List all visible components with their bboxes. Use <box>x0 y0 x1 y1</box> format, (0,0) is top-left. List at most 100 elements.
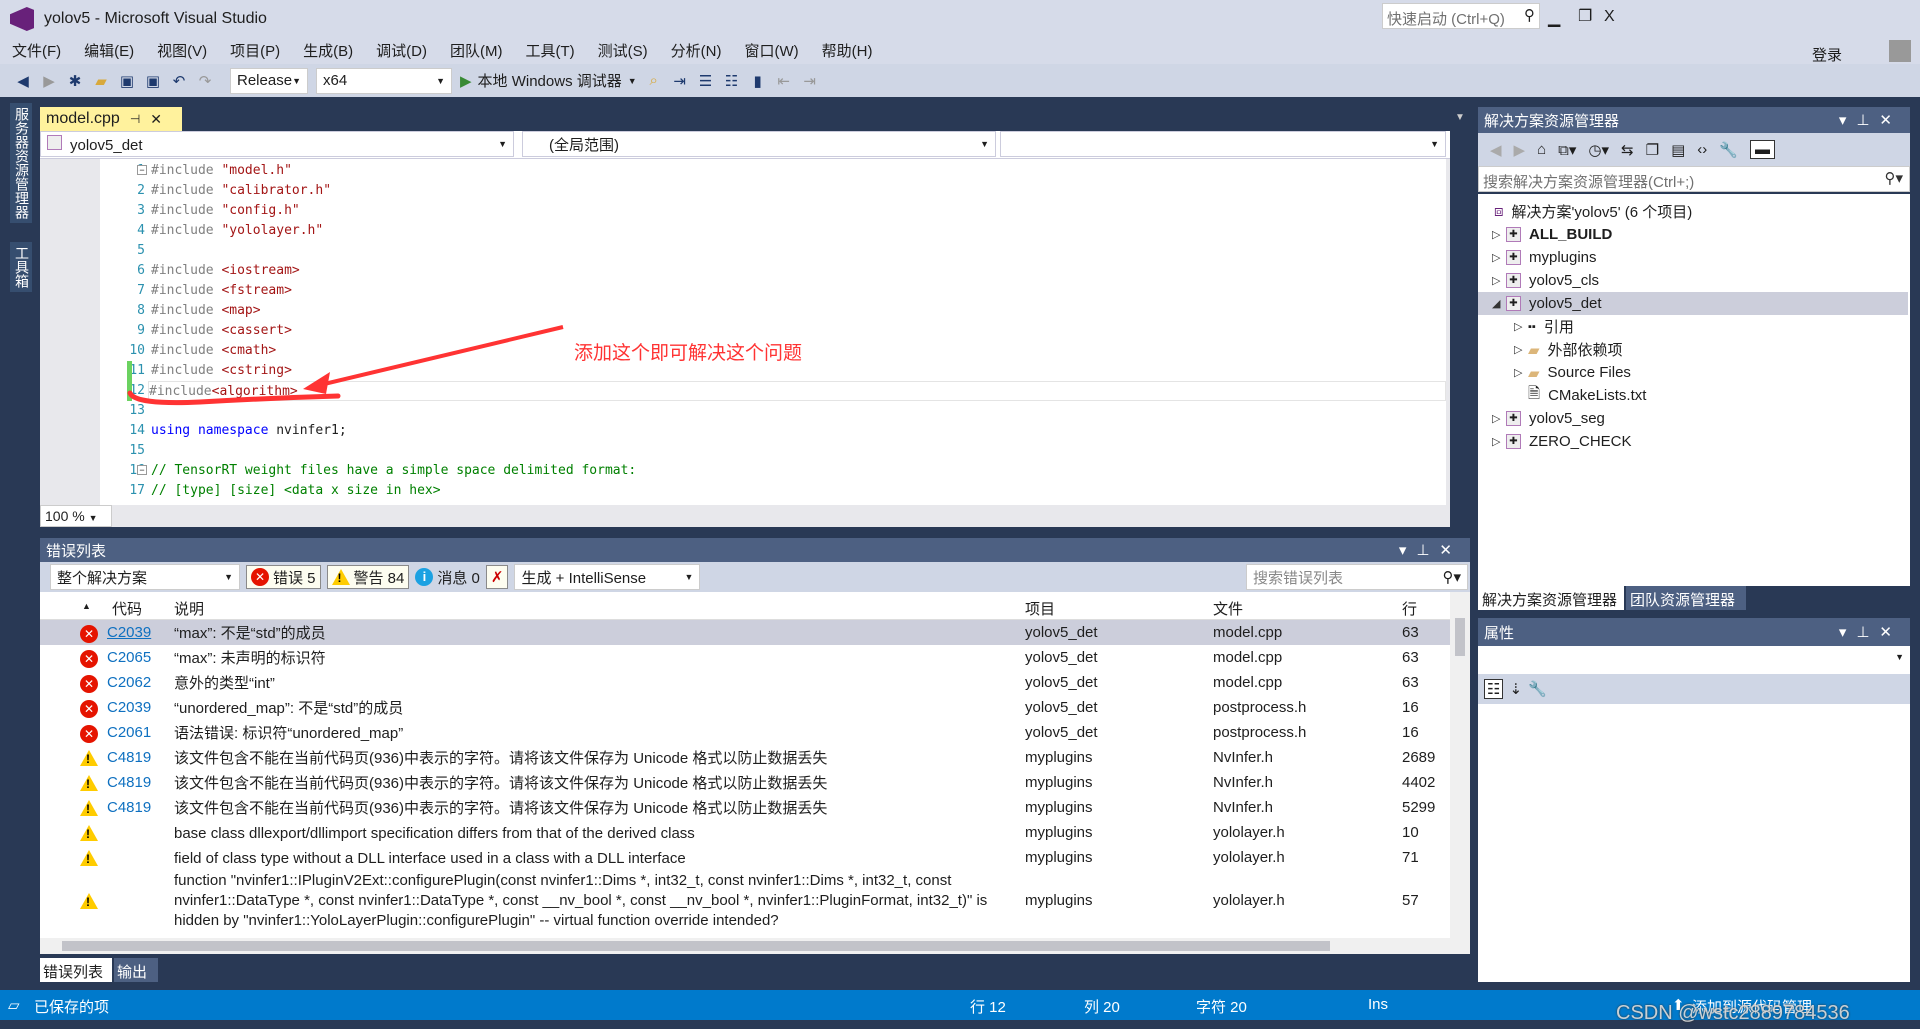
property-pages-icon[interactable]: 🔧 <box>1528 680 1547 698</box>
home-icon[interactable]: ⌂ <box>1537 141 1546 158</box>
expand-toggle-icon[interactable]: ▷ <box>1492 251 1506 264</box>
pending-changes-icon[interactable]: ◷▾ <box>1588 141 1609 159</box>
table-row[interactable]: ✕ C2039 “max”: 不是“std”的成员 yolov5_det mod… <box>40 620 1450 645</box>
forward-icon[interactable]: ▶ <box>1514 141 1526 159</box>
solution-root[interactable]: ⧈ 解决方案'yolov5' (6 个项目) <box>1478 200 1908 223</box>
categorized-icon[interactable]: ☷ <box>1484 679 1504 699</box>
error-list-title: 错误列表 ▾⊥✕ <box>40 538 1470 562</box>
table-row[interactable]: C4819 该文件包含不能在当前代码页(936)中表示的字符。请将该文件保存为 … <box>40 770 1450 795</box>
file-icon: 🗎 <box>1528 385 1541 402</box>
error-code-link[interactable]: C4819 <box>107 799 151 816</box>
error-code-link[interactable]: C2065 <box>107 649 151 666</box>
error-description: 该文件包含不能在当前代码页(936)中表示的字符。请将该文件保存为 Unicod… <box>174 749 828 767</box>
expand-toggle-icon[interactable]: ▷ <box>1492 412 1506 425</box>
tree-item[interactable]: ▷ ✚ ZERO_CHECK <box>1478 430 1908 453</box>
error-code-link[interactable]: C2039 <box>107 699 151 716</box>
sync-icon[interactable]: ⇆ <box>1621 141 1634 159</box>
error-list-vertical-scrollbar[interactable] <box>1450 592 1470 938</box>
error-project: myplugins <box>1025 848 1093 866</box>
tree-item[interactable]: ▷ ▰ Source Files <box>1478 361 1908 384</box>
collapse-all-icon[interactable]: ❐ <box>1646 141 1659 159</box>
error-code-link[interactable]: C2062 <box>107 674 151 691</box>
project-icon: ✚ <box>1506 296 1521 311</box>
error-list-horizontal-scrollbar[interactable] <box>40 938 1470 954</box>
show-all-files-icon[interactable]: ▤ <box>1671 141 1685 159</box>
tree-item[interactable]: ▷ ✚ ALL_BUILD <box>1478 223 1908 246</box>
table-header: ▲ 代码 说明 项目 文件 行 <box>40 592 1450 620</box>
error-search-input[interactable]: 搜索错误列表 ⚲▾ <box>1246 564 1468 590</box>
table-row[interactable]: ✕ C2065 “max”: 未声明的标识符 yolov5_det model.… <box>40 645 1450 670</box>
table-row[interactable]: ✕ C2039 “unordered_map”: 不是“std”的成员 yolo… <box>40 695 1450 720</box>
expand-toggle-icon[interactable]: ▷ <box>1514 366 1528 379</box>
error-line: 71 <box>1402 848 1419 866</box>
switch-views-icon[interactable]: ⧉▾ <box>1558 141 1576 159</box>
table-row[interactable]: C4819 该文件包含不能在当前代码页(936)中表示的字符。请将该文件保存为 … <box>40 745 1450 770</box>
column-header-description[interactable]: 说明 <box>174 598 204 619</box>
panel-controls[interactable]: ▾⊥✕ <box>1839 111 1902 129</box>
tab-output[interactable]: 输出 <box>114 958 158 982</box>
errors-filter-button[interactable]: ✕ 错误 5 <box>246 565 321 589</box>
properties-wrench-icon[interactable]: 🔧 <box>1719 141 1738 159</box>
watermark: CSDN @wstc2889784536 <box>1616 1002 1850 1024</box>
error-line: 10 <box>1402 823 1419 841</box>
tree-item[interactable]: ▷ ▰ 外部依赖项 <box>1478 338 1908 361</box>
table-row[interactable]: function "nvinfer1::IPluginV2Ext::config… <box>40 870 1450 932</box>
table-row[interactable]: field of class type without a DLL interf… <box>40 845 1450 870</box>
preview-icon[interactable]: ▬ <box>1749 140 1775 159</box>
tab-error-list[interactable]: 错误列表 <box>40 958 112 982</box>
table-row[interactable]: ✕ C2062 意外的类型“int” yolov5_det model.cpp … <box>40 670 1450 695</box>
column-header-project[interactable]: 项目 <box>1025 598 1055 619</box>
project-icon: ✚ <box>1506 227 1521 242</box>
expand-toggle-icon[interactable]: ▷ <box>1514 320 1528 333</box>
expand-toggle-icon[interactable]: ▷ <box>1492 228 1506 241</box>
tree-item[interactable]: ▷ ✚ myplugins <box>1478 246 1908 269</box>
sort-icon[interactable]: ▲ <box>82 601 91 611</box>
warning-icon <box>80 799 98 816</box>
table-row[interactable]: ✕ C2061 语法错误: 标识符“unordered_map” yolov5_… <box>40 720 1450 745</box>
expand-toggle-icon[interactable]: ▷ <box>1514 343 1528 356</box>
view-code-icon[interactable]: ‹› <box>1697 141 1707 158</box>
error-code-link[interactable]: C4819 <box>107 749 151 766</box>
status-message: 已保存的项 <box>34 999 110 1016</box>
expand-toggle-icon[interactable]: ▷ <box>1492 435 1506 448</box>
properties-object-select[interactable]: ▼ <box>1478 646 1910 674</box>
tab-solution-explorer[interactable]: 解决方案资源管理器 <box>1478 586 1624 610</box>
warning-icon <box>80 893 98 909</box>
table-row[interactable]: base class dllexport/dllimport specifica… <box>40 820 1450 845</box>
error-code-link[interactable]: C2061 <box>107 724 151 741</box>
messages-filter-button[interactable]: i 消息 0 <box>415 567 480 588</box>
expand-toggle-icon[interactable]: ▷ <box>1492 274 1506 287</box>
sign-in-link[interactable]: 登录 <box>1812 44 1842 65</box>
error-description: “unordered_map”: 不是“std”的成员 <box>174 699 404 717</box>
table-row[interactable]: C4819 该文件包含不能在当前代码页(936)中表示的字符。请将该文件保存为 … <box>40 795 1450 820</box>
scope-select[interactable]: 整个解决方案 ▼ <box>50 564 240 590</box>
info-icon: i <box>415 568 434 586</box>
warning-icon <box>80 849 98 866</box>
warnings-filter-button[interactable]: 警告 84 <box>326 565 410 589</box>
tab-team-explorer[interactable]: 团队资源管理器 <box>1626 586 1746 610</box>
expand-toggle-icon[interactable]: ◢ <box>1492 297 1506 310</box>
error-list-table: ▲ 代码 说明 项目 文件 行 ✕ C2039 “max”: 不是“std”的成… <box>40 592 1470 938</box>
build-intellisense-select[interactable]: 生成 + IntelliSense ▼ <box>514 564 701 590</box>
column-header-line[interactable]: 行 <box>1402 598 1417 619</box>
tree-item[interactable]: 🗎 CMakeLists.txt <box>1478 384 1908 407</box>
clear-filter-button[interactable]: ✗ <box>485 565 509 589</box>
tree-item[interactable]: ▷ ✚ yolov5_seg <box>1478 407 1908 430</box>
panel-controls[interactable]: ▾⊥✕ <box>1399 541 1462 559</box>
column-header-file[interactable]: 文件 <box>1213 598 1243 619</box>
back-icon[interactable]: ◀ <box>1490 141 1502 159</box>
column-header-code[interactable]: 代码 <box>112 598 142 619</box>
error-description: base class dllexport/dllimport specifica… <box>174 824 695 842</box>
tree-item[interactable]: ▷ ▪▪ 引用 <box>1478 315 1908 338</box>
avatar[interactable] <box>1889 40 1911 62</box>
solution-search-input[interactable]: 搜索解决方案资源管理器(Ctrl+;) ⚲▾ <box>1478 166 1910 192</box>
error-code-link[interactable]: C2039 <box>107 624 151 641</box>
tree-item[interactable]: ◢ ✚ yolov5_det <box>1478 292 1908 315</box>
tree-item[interactable]: ▷ ✚ yolov5_cls <box>1478 269 1908 292</box>
alphabetical-icon[interactable]: ⇣ <box>1509 680 1522 698</box>
panel-controls[interactable]: ▾⊥✕ <box>1839 623 1902 641</box>
status-insert-mode: Ins <box>1368 996 1389 1013</box>
error-code-link[interactable]: C4819 <box>107 774 151 791</box>
search-icon: ⚲▾ <box>1442 569 1461 586</box>
error-file: yololayer.h <box>1213 892 1285 909</box>
